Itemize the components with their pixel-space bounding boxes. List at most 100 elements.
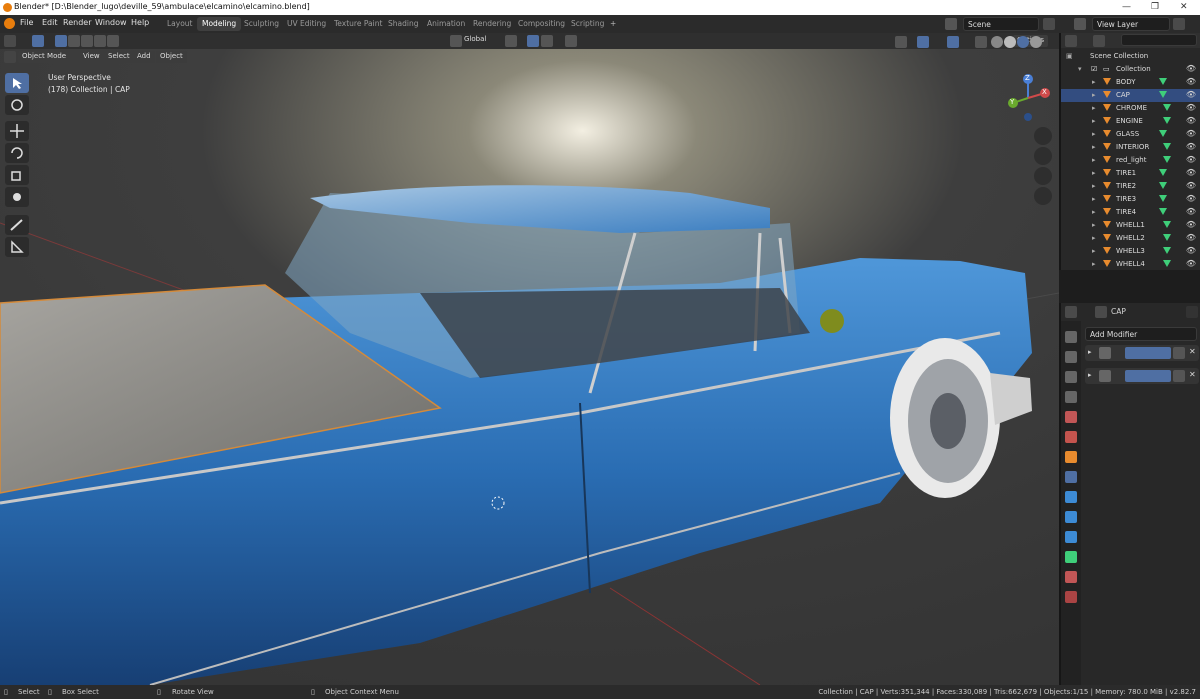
expand-icon[interactable]: ▸ bbox=[1092, 104, 1096, 112]
orientation-icon[interactable] bbox=[450, 35, 462, 47]
move-up-down-icon[interactable] bbox=[1173, 347, 1185, 359]
shading-solid-icon[interactable] bbox=[1004, 36, 1016, 48]
output-tab-icon[interactable] bbox=[1065, 371, 1077, 383]
move-tool[interactable] bbox=[5, 121, 29, 141]
tab-animation[interactable]: Animation bbox=[422, 17, 470, 31]
overlay-toggle-icon[interactable] bbox=[947, 36, 959, 48]
measure-tool[interactable] bbox=[5, 237, 29, 257]
menu-add[interactable]: Add bbox=[133, 51, 155, 63]
expand-icon[interactable]: ▸ bbox=[1092, 182, 1096, 190]
add-modifier-dropdown[interactable]: Add Modifier bbox=[1085, 327, 1197, 341]
snap-icon[interactable] bbox=[527, 35, 539, 47]
gizmo-toggle-icon[interactable] bbox=[917, 36, 929, 48]
outliner-row-whell3[interactable]: ▸ WHELL3 👁 bbox=[1061, 245, 1200, 258]
expand-icon[interactable]: ▸ bbox=[1092, 78, 1096, 86]
expand-icon[interactable]: ▸ bbox=[1092, 208, 1096, 216]
camera-view-icon[interactable] bbox=[1034, 167, 1052, 185]
orientation-dropdown[interactable]: Global bbox=[464, 35, 486, 43]
outliner-row-red-light[interactable]: ▸ red_light 👁 bbox=[1061, 154, 1200, 167]
eye-icon[interactable]: 👁 bbox=[1186, 64, 1196, 73]
expand-icon[interactable]: ▾ bbox=[1078, 65, 1082, 73]
object-mode-dropdown[interactable]: Object Mode bbox=[18, 51, 74, 63]
expand-icon[interactable]: ▸ bbox=[1092, 117, 1096, 125]
eye-icon[interactable]: 👁 bbox=[1186, 103, 1196, 112]
select-subtract-icon[interactable] bbox=[81, 35, 93, 47]
shading-rendered-icon[interactable] bbox=[1030, 36, 1042, 48]
select-invert-icon[interactable] bbox=[94, 35, 106, 47]
rotate-tool[interactable] bbox=[5, 143, 29, 163]
expand-icon[interactable]: ▸ bbox=[1092, 221, 1096, 229]
expand-icon[interactable]: ▸ bbox=[1092, 130, 1096, 138]
outliner-search-input[interactable] bbox=[1121, 34, 1197, 46]
mesh-data-icon[interactable] bbox=[1163, 156, 1171, 163]
mesh-data-icon[interactable] bbox=[1163, 143, 1171, 150]
tab-texture-paint[interactable]: Texture Paint bbox=[329, 17, 387, 31]
maximize-button[interactable]: ❐ bbox=[1151, 2, 1159, 12]
tab-modeling[interactable]: Modeling bbox=[197, 17, 242, 31]
particles-tab-icon[interactable] bbox=[1065, 491, 1077, 503]
expand-icon[interactable]: ▸ bbox=[1092, 234, 1096, 242]
modifier-panel-2[interactable]: ▸ ✕ bbox=[1085, 368, 1199, 384]
select-intersect-icon[interactable] bbox=[107, 35, 119, 47]
xray-icon[interactable] bbox=[975, 36, 987, 48]
eye-icon[interactable]: 👁 bbox=[1186, 77, 1196, 86]
eye-icon[interactable]: 👁 bbox=[1186, 155, 1196, 164]
add-workspace-button[interactable]: + bbox=[605, 17, 621, 31]
outliner-row-tire2[interactable]: ▸ TIRE2 👁 bbox=[1061, 180, 1200, 193]
mesh-data-icon[interactable] bbox=[1159, 78, 1167, 85]
outliner-row-tire1[interactable]: ▸ TIRE1 👁 bbox=[1061, 167, 1200, 180]
tab-compositing[interactable]: Compositing bbox=[513, 17, 570, 31]
pin-icon[interactable] bbox=[1186, 306, 1198, 318]
annotate-tool[interactable] bbox=[5, 215, 29, 235]
modifier-toggles-icon[interactable] bbox=[1125, 370, 1171, 382]
menu-help[interactable]: Help bbox=[131, 18, 149, 27]
visibility-icon[interactable] bbox=[895, 36, 907, 48]
mesh-data-icon[interactable] bbox=[1163, 117, 1171, 124]
mode-icon[interactable] bbox=[4, 51, 16, 63]
expand-icon[interactable]: ▸ bbox=[1088, 371, 1092, 379]
mesh-data-icon[interactable] bbox=[1159, 169, 1167, 176]
scene-tab-icon[interactable] bbox=[1065, 411, 1077, 423]
modifier-panel-1[interactable]: ▸ ✕ bbox=[1085, 345, 1199, 361]
expand-icon[interactable]: ▸ bbox=[1092, 91, 1096, 99]
eye-icon[interactable]: 👁 bbox=[1186, 246, 1196, 255]
remove-modifier-icon[interactable]: ✕ bbox=[1189, 347, 1196, 356]
pivot-icon[interactable] bbox=[505, 35, 517, 47]
zoom-icon[interactable] bbox=[1034, 127, 1052, 145]
menu-select[interactable]: Select bbox=[104, 51, 134, 63]
mesh-data-icon[interactable] bbox=[1159, 208, 1167, 215]
tab-rendering[interactable]: Rendering bbox=[468, 17, 516, 31]
cursor-tool[interactable] bbox=[5, 95, 29, 115]
mesh-data-icon[interactable] bbox=[1159, 130, 1167, 137]
mesh-data-icon[interactable] bbox=[1159, 195, 1167, 202]
display-mode-icon[interactable] bbox=[1093, 35, 1105, 47]
pan-hand-icon[interactable] bbox=[1034, 147, 1052, 165]
outliner-row-glass[interactable]: ▸ GLASS 👁 bbox=[1061, 128, 1200, 141]
mesh-data-icon[interactable] bbox=[1163, 260, 1171, 267]
scene-icon[interactable] bbox=[945, 18, 957, 30]
scene-collection-row[interactable]: ▣ Scene Collection bbox=[1061, 50, 1200, 63]
view-layer-tab-icon[interactable] bbox=[1065, 391, 1077, 403]
eye-icon[interactable]: 👁 bbox=[1186, 207, 1196, 216]
constraints-tab-icon[interactable] bbox=[1065, 531, 1077, 543]
remove-modifier-icon[interactable]: ✕ bbox=[1189, 370, 1196, 379]
mesh-data-icon[interactable] bbox=[1163, 221, 1171, 228]
scene-field[interactable]: Scene bbox=[963, 17, 1039, 31]
eye-icon[interactable]: 👁 bbox=[1186, 129, 1196, 138]
eye-icon[interactable]: 👁 bbox=[1186, 259, 1196, 268]
world-tab-icon[interactable] bbox=[1065, 431, 1077, 443]
eye-icon[interactable]: 👁 bbox=[1186, 181, 1196, 190]
select-mode-icon[interactable] bbox=[32, 35, 44, 47]
outliner-row-whell2[interactable]: ▸ WHELL2 👁 bbox=[1061, 232, 1200, 245]
mesh-data-icon[interactable] bbox=[1163, 104, 1171, 111]
tab-sculpting[interactable]: Sculpting bbox=[239, 17, 284, 31]
checkbox-icon[interactable]: ☑ bbox=[1091, 65, 1097, 73]
outliner-row-cap[interactable]: ▸ CAP 👁 bbox=[1061, 89, 1200, 102]
outliner-row-interior[interactable]: ▸ INTERIOR 👁 bbox=[1061, 141, 1200, 154]
scale-tool[interactable] bbox=[5, 165, 29, 185]
tab-layout[interactable]: Layout bbox=[162, 17, 198, 31]
outliner-row-engine[interactable]: ▸ ENGINE 👁 bbox=[1061, 115, 1200, 128]
tab-scripting[interactable]: Scripting bbox=[566, 17, 609, 31]
expand-icon[interactable]: ▸ bbox=[1092, 260, 1096, 268]
outliner-editor-icon[interactable] bbox=[1065, 35, 1077, 47]
